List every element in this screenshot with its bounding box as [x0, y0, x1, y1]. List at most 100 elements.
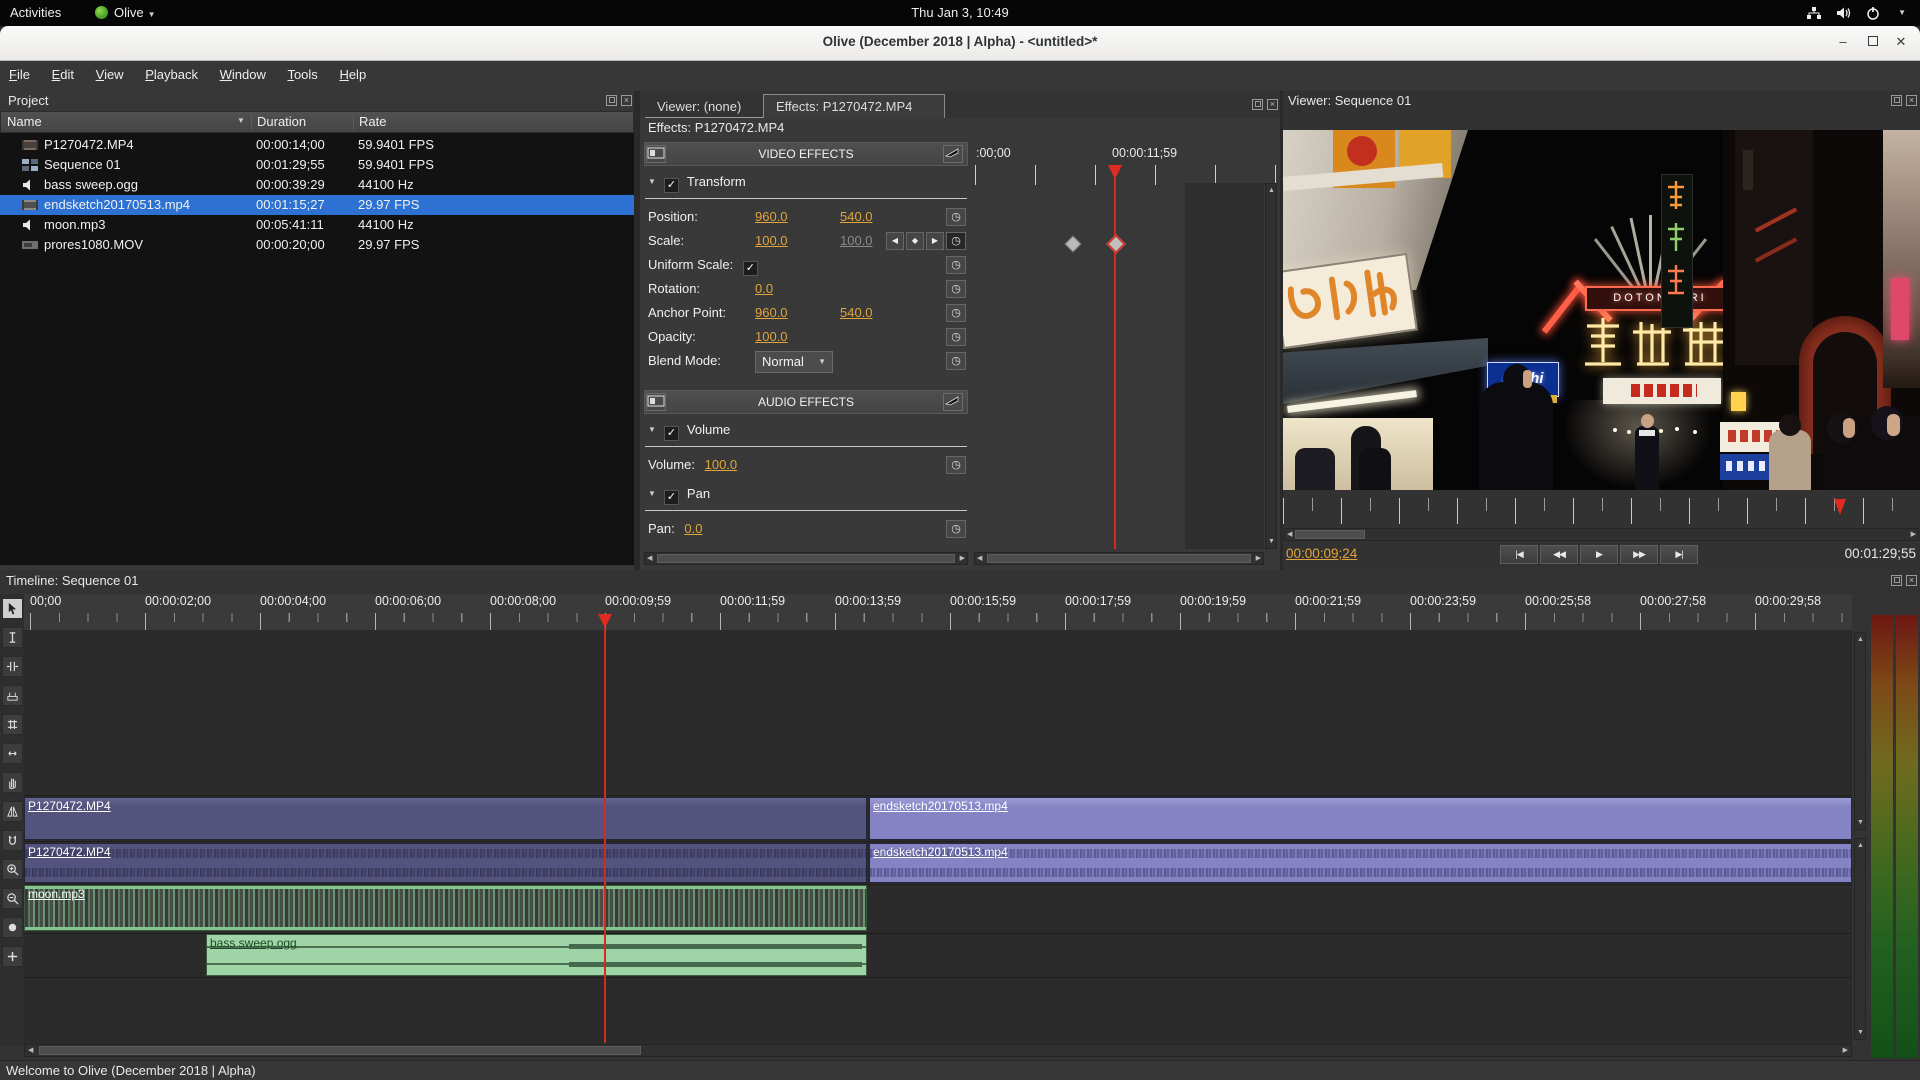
viewer-ruler[interactable] [1283, 496, 1920, 526]
transform-enabled-checkbox[interactable]: ✓ [663, 178, 679, 193]
tool-pointer[interactable] [2, 598, 23, 619]
next-keyframe-icon[interactable]: ▶ [926, 232, 944, 250]
window-title-bar[interactable]: Olive (December 2018 | Alpha) - <untitle… [0, 26, 1920, 61]
scroll-down-icon[interactable]: ▼ [1857, 817, 1864, 828]
scrollbar-thumb[interactable] [987, 554, 1251, 563]
timeline-playhead-handle[interactable] [598, 614, 612, 628]
effects-dock-controls[interactable]: × [1252, 99, 1278, 110]
go-to-end-button[interactable]: ▶| [1660, 545, 1698, 564]
menu-edit[interactable]: Edit [43, 61, 83, 88]
clip-video-endsketch[interactable]: endsketch20170513.mp4 [869, 797, 1852, 840]
fast-forward-button[interactable]: ▶▶ [1620, 545, 1658, 564]
scroll-left-icon[interactable]: ◀ [977, 553, 982, 564]
scrollbar-thumb[interactable] [657, 554, 955, 563]
keyframe-diamond[interactable] [1064, 235, 1082, 253]
volume-section-header[interactable]: ▼ ✓ Volume [648, 422, 730, 441]
scroll-left-icon[interactable]: ◀ [647, 553, 652, 564]
scroll-right-icon[interactable]: ▶ [1843, 1045, 1848, 1056]
clip-audio-endsketch[interactable]: endsketch20170513.mp4 [869, 843, 1852, 883]
project-table-header[interactable]: Name ▼ Duration Rate [0, 111, 634, 133]
scroll-down-icon[interactable]: ▼ [1857, 1027, 1864, 1038]
collapse-arrow-icon[interactable]: ▼ [648, 177, 656, 186]
param-value-x[interactable]: 960.0 [755, 302, 788, 324]
prev-keyframe-icon[interactable]: ◀ [886, 232, 904, 250]
system-tray[interactable]: ▼ [1806, 0, 1906, 26]
close-panel-icon[interactable]: × [621, 95, 632, 106]
clock[interactable]: Thu Jan 3, 10:49 [0, 0, 1920, 26]
menu-file[interactable]: File [0, 61, 39, 88]
table-row[interactable]: P1270472.MP4 00:00:14;00 59.9401 FPS [0, 135, 634, 155]
play-button[interactable]: ▶ [1580, 545, 1618, 564]
project-table[interactable]: P1270472.MP4 00:00:14;00 59.9401 FPS Seq… [0, 133, 634, 565]
timeline-dock-controls[interactable]: × [1891, 575, 1917, 586]
toggle-video-effects-button[interactable] [943, 145, 963, 163]
scroll-right-icon[interactable]: ▶ [1911, 529, 1916, 540]
table-row[interactable]: prores1080.MOV 00:00:20;00 29.97 FPS [0, 235, 634, 255]
table-row-selected[interactable]: endsketch20170513.mp4 00:01:15;27 29.97 … [0, 195, 634, 215]
float-panel-icon[interactable] [1891, 575, 1902, 586]
uniform-scale-checkbox[interactable]: ✓ [742, 261, 758, 276]
volume-enabled-checkbox[interactable]: ✓ [663, 426, 679, 441]
close-panel-icon[interactable]: × [1906, 95, 1917, 106]
menu-view[interactable]: View [87, 61, 133, 88]
scroll-down-icon[interactable]: ▼ [1268, 536, 1275, 547]
pan-enabled-checkbox[interactable]: ✓ [663, 490, 679, 505]
scroll-up-icon[interactable]: ▲ [1857, 634, 1864, 645]
tool-snap[interactable] [2, 830, 23, 851]
scrollbar-thumb[interactable] [1295, 530, 1365, 539]
tool-transition[interactable] [2, 801, 23, 822]
menu-playback[interactable]: Playback [136, 61, 207, 88]
column-name[interactable]: Name [7, 114, 42, 129]
transform-section-header[interactable]: ▼ ✓ Transform [648, 174, 746, 193]
scroll-left-icon[interactable]: ◀ [28, 1045, 33, 1056]
tool-razor[interactable] [2, 685, 23, 706]
column-rate[interactable]: Rate [359, 114, 386, 129]
collapse-arrow-icon[interactable]: ▼ [648, 425, 656, 434]
table-row[interactable]: Sequence 01 00:01:29;55 59.9401 FPS [0, 155, 634, 175]
param-value[interactable]: 100.0 [755, 326, 788, 348]
keyframe-playhead-handle[interactable] [1108, 165, 1122, 179]
keyframe-toggle-icon[interactable]: ◷ [946, 352, 966, 370]
keyframe-toggle-icon[interactable]: ◷ [946, 456, 966, 474]
menu-window[interactable]: Window [211, 61, 275, 88]
tool-ripple[interactable] [2, 656, 23, 677]
keyframe-vertical-scrollbar[interactable]: ▲ ▼ [1265, 183, 1277, 549]
tool-slide[interactable] [2, 743, 23, 764]
current-timecode[interactable]: 00:00:09;24 [1286, 546, 1357, 561]
viewer-dock-controls[interactable]: × [1891, 95, 1917, 106]
pan-section-header[interactable]: ▼ ✓ Pan [648, 486, 710, 505]
table-row[interactable]: bass sweep.ogg 00:00:39:29 44100 Hz [0, 175, 634, 195]
collapse-arrow-icon[interactable]: ▼ [648, 489, 656, 498]
keyframe-diamond-selected[interactable] [1106, 234, 1126, 254]
table-row[interactable]: moon.mp3 00:05:41:11 44100 Hz [0, 215, 634, 235]
menu-tools[interactable]: Tools [278, 61, 326, 88]
tab-effects[interactable]: Effects: P1270472.MP4 [763, 94, 945, 118]
timeline-horizontal-scrollbar[interactable]: ◀ ▶ [24, 1044, 1852, 1057]
keyframe-toggle-icon[interactable]: ◷ [946, 304, 966, 322]
tool-add[interactable] [2, 946, 23, 967]
param-value-x[interactable]: 100.0 [755, 230, 788, 252]
video-preview[interactable]: DOTONBORI Asahi [1283, 130, 1920, 490]
keyframe-toggle-icon[interactable]: ◷ [946, 280, 966, 298]
column-duration[interactable]: Duration [257, 114, 306, 129]
float-panel-icon[interactable] [606, 95, 617, 106]
go-to-start-button[interactable]: |◀ [1500, 545, 1538, 564]
project-dock-controls[interactable]: × [606, 95, 632, 106]
timeline-playhead-line[interactable] [604, 628, 606, 1043]
keyframe-toggle-icon[interactable]: ◷ [946, 520, 966, 538]
close-panel-icon[interactable]: × [1267, 99, 1278, 110]
keyframe-horizontal-scrollbar[interactable]: ◀ ▶ [974, 552, 1264, 565]
keyframe-toggle-icon[interactable]: ◷ [946, 208, 966, 226]
clip-audio-p1270472[interactable]: P1270472.MP4 [24, 843, 867, 883]
float-panel-icon[interactable] [1891, 95, 1902, 106]
keyframe-toggle-icon-active[interactable]: ◷ [946, 232, 966, 250]
tool-zoom-out[interactable] [2, 888, 23, 909]
tool-zoom-in[interactable] [2, 859, 23, 880]
close-button[interactable]: ✕ [1890, 32, 1912, 54]
keyframe-toggle-icon[interactable]: ◷ [946, 328, 966, 346]
close-panel-icon[interactable]: × [1906, 575, 1917, 586]
param-value-y[interactable]: 540.0 [840, 206, 873, 228]
scrollbar-thumb[interactable] [39, 1046, 641, 1055]
rewind-button[interactable]: ◀◀ [1540, 545, 1578, 564]
keyframe-toggle-icon[interactable]: ◷ [946, 256, 966, 274]
